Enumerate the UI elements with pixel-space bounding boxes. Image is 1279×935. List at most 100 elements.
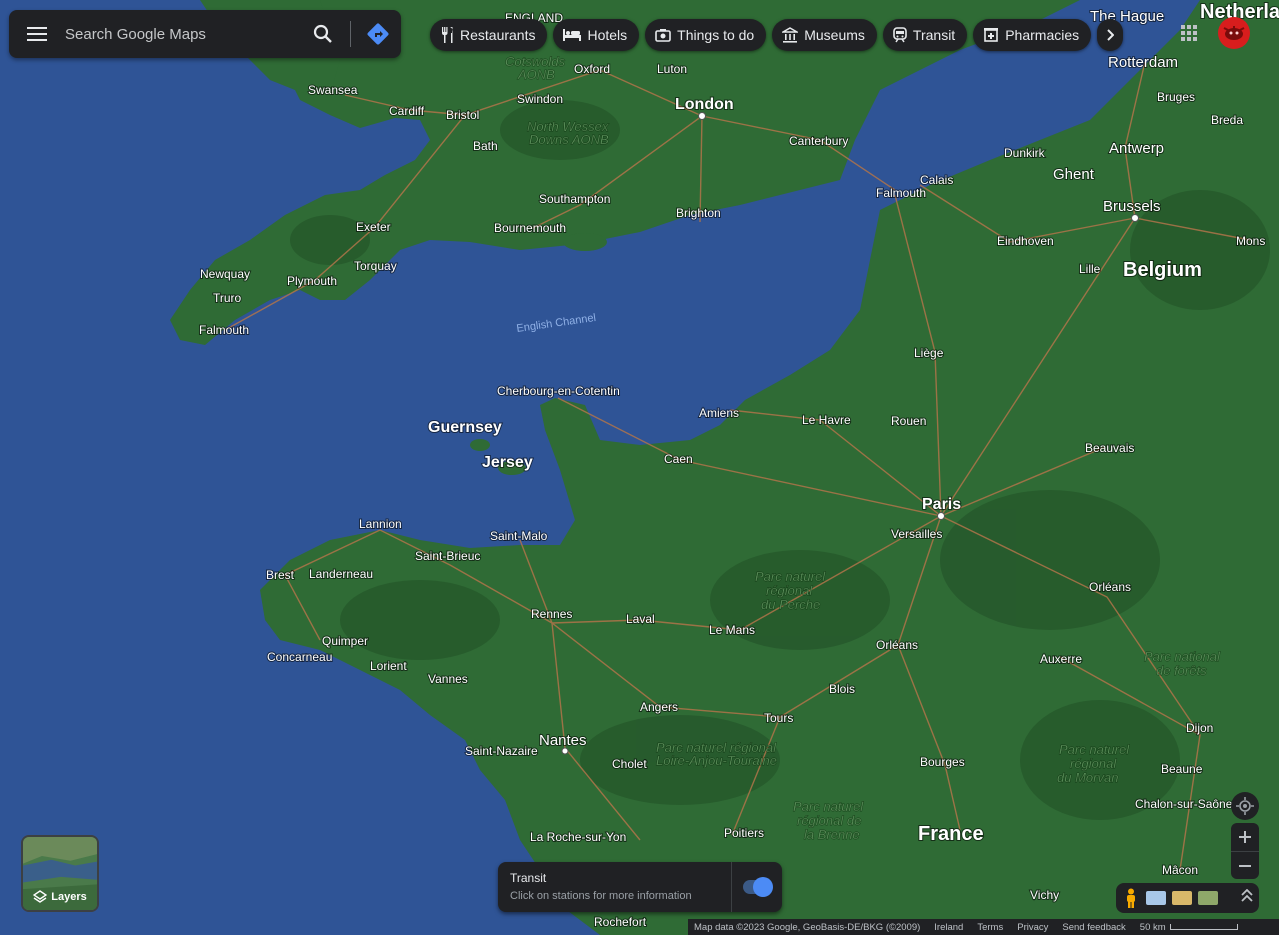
- label-dijon: Dijon: [1186, 721, 1213, 735]
- label-rotterdam: Rotterdam: [1108, 54, 1178, 71]
- label-lorient: Lorient: [370, 659, 407, 673]
- bed-icon: [563, 29, 582, 41]
- chip-pharmacies[interactable]: Pharmacies: [973, 19, 1092, 51]
- menu-button[interactable]: [9, 10, 65, 58]
- zoom-in-button[interactable]: [1231, 823, 1259, 851]
- label-southampton: Southampton: [539, 192, 610, 206]
- pegman-icon: [1127, 888, 1135, 908]
- label-perche-1: Parc naturel: [755, 569, 826, 584]
- label-parc-national-1: Parc national: [1144, 649, 1221, 664]
- directions-button[interactable]: [355, 10, 401, 58]
- directions-icon: [367, 23, 389, 45]
- search-icon: [313, 24, 332, 43]
- scale-control[interactable]: 50 km: [1140, 922, 1238, 933]
- google-apps-button[interactable]: [1176, 20, 1202, 46]
- transit-title: Transit: [510, 871, 547, 885]
- label-breda: Bruges: [1157, 90, 1195, 104]
- chip-label: Things to do: [677, 27, 755, 43]
- label-bath: Bath: [473, 139, 498, 153]
- minus-icon: [1239, 864, 1251, 867]
- chip-label: Restaurants: [460, 27, 536, 43]
- label-canterbury: Canterbury: [789, 134, 848, 148]
- label-rouen: Le Havre: [802, 413, 851, 427]
- chip-museums[interactable]: Museums: [772, 19, 877, 51]
- label-amiens: Liège: [914, 346, 944, 360]
- search-button[interactable]: [300, 10, 346, 58]
- label-antwerp: Antwerp: [1109, 140, 1164, 157]
- transit-toggle[interactable]: [743, 877, 773, 897]
- layers-label: Layers: [51, 891, 87, 903]
- label-tours: Tours: [764, 711, 793, 725]
- label-rochefort: Rochefort: [594, 915, 647, 929]
- label-beaune: Beaune: [1161, 762, 1203, 776]
- imagery-thumb-satellite[interactable]: [1198, 891, 1218, 905]
- category-chips: Restaurants Hotels Things to do Museums: [430, 19, 1124, 51]
- chevron-right-icon: [1107, 29, 1115, 41]
- layers-label-row: Layers: [23, 890, 97, 904]
- transit-toggle-wrap: [732, 862, 782, 912]
- label-troyes: Orléans: [1089, 580, 1131, 594]
- label-morvan-1: Parc naturel: [1059, 742, 1130, 757]
- label-reims: Beauvais: [1085, 441, 1134, 455]
- isle-of-wight: [563, 233, 607, 251]
- my-location-icon: [1236, 797, 1254, 815]
- chips-next-button[interactable]: [1097, 19, 1124, 51]
- chip-hotels[interactable]: Hotels: [553, 19, 640, 51]
- label-lannion: Lannion: [359, 517, 402, 531]
- zoom-out-button[interactable]: [1231, 851, 1259, 879]
- label-la-roche: La Roche-sur-Yon: [530, 830, 626, 844]
- map-canvas[interactable]: ENGLAND The Hague Netherlands Cotswolds …: [0, 0, 1279, 935]
- camera-icon: [655, 29, 671, 42]
- fork-knife-icon: [442, 27, 453, 43]
- label-concarneau: Concarneau: [267, 650, 332, 664]
- museum-icon: [782, 27, 799, 43]
- layers-button[interactable]: Layers: [21, 835, 99, 912]
- label-torquay: Torquay: [354, 259, 397, 273]
- label-brest: Brest: [266, 568, 295, 582]
- imagery-thumb-terrain[interactable]: [1172, 891, 1192, 905]
- chip-label: Pharmacies: [1005, 27, 1080, 43]
- label-lille: Eindhoven: [997, 234, 1054, 248]
- imagery-thumb-globe[interactable]: [1146, 891, 1166, 905]
- privacy-link[interactable]: Privacy: [1017, 922, 1048, 933]
- chip-things-to-do[interactable]: Things to do: [645, 19, 767, 51]
- label-le-havre: Amiens: [699, 406, 739, 420]
- imagery-panel: [1116, 883, 1259, 913]
- label-oxford: Oxford: [574, 62, 610, 76]
- label-loire-2: Loire-Anjou-Touraine: [656, 753, 777, 768]
- label-brussels: Brussels: [1103, 198, 1161, 215]
- send-feedback-link[interactable]: Send feedback: [1062, 922, 1125, 933]
- label-truro: Truro: [213, 291, 242, 305]
- chevron-up-double-icon: [1241, 888, 1253, 902]
- label-morvan-3: du Morvan: [1057, 770, 1118, 785]
- label-brenne-2: régional de: [797, 813, 861, 828]
- chip-restaurants[interactable]: Restaurants: [430, 19, 548, 51]
- search-input[interactable]: [65, 10, 300, 58]
- map-footer: Map data ©2023 Google, GeoBasis-DE/BKG (…: [688, 919, 1279, 935]
- chip-label: Transit: [912, 27, 956, 43]
- label-versailles: Versailles: [891, 527, 942, 541]
- my-location-button[interactable]: [1231, 792, 1259, 820]
- search-divider: [350, 21, 351, 47]
- ireland-link[interactable]: Ireland: [934, 922, 963, 933]
- transit-card: Transit Click on stations for more infor…: [498, 862, 782, 912]
- menu-icon: [27, 27, 47, 41]
- expand-imagery-button[interactable]: [1241, 888, 1253, 908]
- chip-transit[interactable]: Transit: [882, 19, 968, 51]
- label-brenne-1: Parc naturel: [793, 799, 864, 814]
- label-caen: Caen: [664, 452, 693, 466]
- plus-icon: [1239, 831, 1251, 843]
- train-icon: [893, 27, 907, 43]
- label-france: France: [918, 823, 984, 845]
- account-avatar[interactable]: [1218, 17, 1250, 49]
- apps-grid-icon: [1181, 25, 1197, 41]
- terms-link[interactable]: Terms: [977, 922, 1003, 933]
- label-rennes: Rennes: [531, 607, 572, 621]
- street-view-button[interactable]: [1122, 888, 1140, 908]
- label-landerneau: Landerneau: [309, 567, 373, 581]
- label-brenne-3: la Brenne: [804, 827, 860, 842]
- label-cholet: Cholet: [612, 757, 647, 771]
- transit-subtitle: Click on stations for more information: [510, 890, 692, 902]
- label-perche-3: du Perche: [761, 597, 820, 612]
- label-swindon: Swindon: [517, 92, 563, 106]
